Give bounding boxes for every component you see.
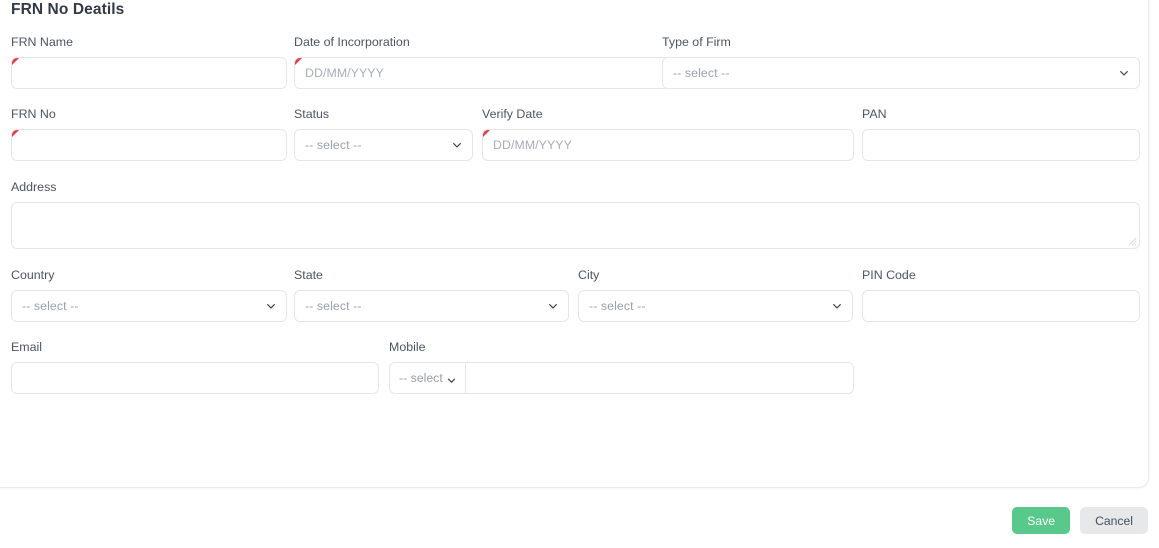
- chevron-down-icon: [452, 140, 462, 150]
- country-value: -- select --: [22, 299, 79, 313]
- label-verify-date: Verify Date: [482, 107, 543, 121]
- pan-input[interactable]: [862, 129, 1140, 161]
- field-frn-name: FRN Name: [11, 35, 287, 89]
- field-mobile: Mobile -- select: [389, 340, 854, 394]
- email-input[interactable]: [11, 362, 379, 394]
- label-frn-name: FRN Name: [11, 35, 73, 49]
- label-state: State: [294, 268, 323, 282]
- mobile-country-code-value: -- select: [399, 371, 443, 385]
- verify-date-value: DD/MM/YYYY: [493, 138, 572, 152]
- verify-date-input[interactable]: DD/MM/YYYY: [482, 129, 854, 161]
- label-city: City: [578, 268, 600, 282]
- label-date-of-incorporation: Date of Incorporation: [294, 35, 410, 49]
- city-value: -- select --: [589, 299, 646, 313]
- mobile-country-code-select[interactable]: -- select: [390, 363, 466, 393]
- label-mobile: Mobile: [389, 340, 426, 354]
- chevron-down-icon: [266, 301, 276, 311]
- field-frn-no: FRN No: [11, 107, 287, 161]
- field-type-of-firm: Type of Firm -- select --: [662, 35, 1140, 89]
- state-select[interactable]: -- select --: [294, 290, 569, 322]
- pin-code-input[interactable]: [862, 290, 1140, 322]
- required-marker-icon: [12, 130, 20, 138]
- label-type-of-firm: Type of Firm: [662, 35, 731, 49]
- label-pin-code: PIN Code: [862, 268, 916, 282]
- mobile-input-group: -- select: [389, 362, 854, 394]
- country-select[interactable]: -- select --: [11, 290, 287, 322]
- label-country: Country: [11, 268, 55, 282]
- field-country: Country -- select --: [11, 268, 287, 322]
- chevron-down-icon: [447, 374, 456, 383]
- field-address: Address: [11, 180, 1140, 249]
- chevron-down-icon: [1119, 68, 1129, 78]
- field-pan: PAN: [862, 107, 1140, 161]
- mobile-number-input[interactable]: [465, 363, 853, 393]
- field-date-of-incorporation: Date of Incorporation DD/MM/YYYY: [294, 35, 671, 89]
- status-value: -- select --: [305, 138, 362, 152]
- frn-no-input[interactable]: [11, 129, 287, 161]
- field-pin-code: PIN Code: [862, 268, 1140, 322]
- type-of-firm-value: -- select --: [673, 66, 730, 80]
- label-pan: PAN: [862, 107, 887, 121]
- field-verify-date: Verify Date DD/MM/YYYY: [482, 107, 854, 161]
- required-marker-icon: [295, 58, 303, 66]
- form-actions: Save Cancel: [1012, 507, 1148, 534]
- status-select[interactable]: -- select --: [294, 129, 473, 161]
- label-email: Email: [11, 340, 42, 354]
- label-frn-no: FRN No: [11, 107, 56, 121]
- frn-details-card: FRN No Deatils FRN Name Date of Incorpor…: [0, 0, 1149, 488]
- cancel-button[interactable]: Cancel: [1080, 507, 1148, 534]
- save-button[interactable]: Save: [1012, 507, 1071, 534]
- label-address: Address: [11, 180, 57, 194]
- label-status: Status: [294, 107, 330, 121]
- state-value: -- select --: [305, 299, 362, 313]
- date-of-incorporation-input[interactable]: DD/MM/YYYY: [294, 57, 671, 89]
- field-status: Status -- select --: [294, 107, 473, 161]
- chevron-down-icon: [548, 301, 558, 311]
- field-city: City -- select --: [578, 268, 853, 322]
- field-email: Email: [11, 340, 379, 394]
- page-root: FRN No Deatils FRN Name Date of Incorpor…: [0, 0, 1159, 548]
- city-select[interactable]: -- select --: [578, 290, 853, 322]
- address-textarea[interactable]: [11, 202, 1140, 249]
- frn-name-input[interactable]: [11, 57, 287, 89]
- chevron-down-icon: [832, 301, 842, 311]
- required-marker-icon: [12, 58, 20, 66]
- required-marker-icon: [483, 130, 491, 138]
- resize-handle-icon[interactable]: [1126, 235, 1137, 246]
- type-of-firm-select[interactable]: -- select --: [662, 57, 1140, 89]
- field-state: State -- select --: [294, 268, 569, 322]
- page-title: FRN No Deatils: [11, 1, 125, 18]
- date-of-incorporation-value: DD/MM/YYYY: [305, 66, 384, 80]
